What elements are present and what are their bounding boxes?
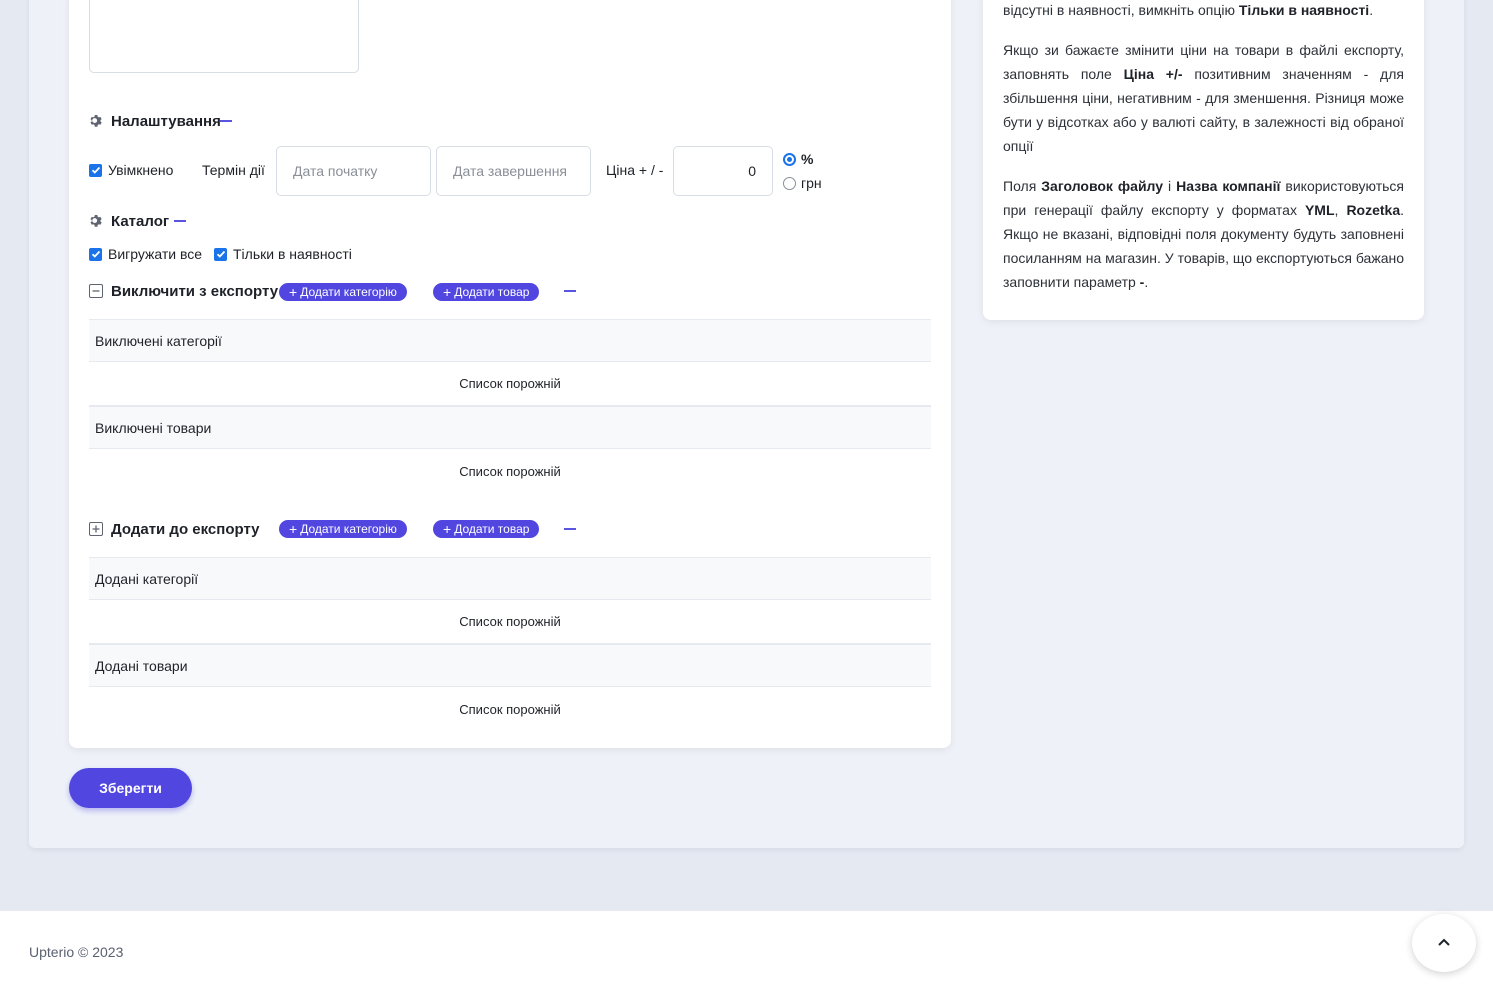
help-paragraph-2: Якщо зи бажаєте змінити ціни на товари в… xyxy=(1003,42,1404,154)
term-label: Термін дії xyxy=(202,162,265,178)
enabled-label: Увімкнено xyxy=(108,162,174,178)
footer-copyright: Upterio © 2023 xyxy=(29,944,124,960)
percent-radio[interactable]: % xyxy=(783,151,813,167)
catalog-section-title: Каталог xyxy=(89,211,169,231)
plus-icon: + xyxy=(289,521,298,537)
plus-icon: + xyxy=(289,284,298,300)
plus-icon: + xyxy=(443,284,452,300)
exclude-section-title: Виключити з експорту xyxy=(89,281,278,301)
included-products-header: Додані товари xyxy=(89,644,931,687)
help-paragraph-1: відсутні в наявності, вимкніть опцію Тіл… xyxy=(1003,2,1374,18)
checkmark-icon xyxy=(89,247,102,261)
included-products-empty: Список порожній xyxy=(459,701,561,717)
catalog-title: Каталог xyxy=(111,212,170,230)
catalog-collapse-toggle[interactable] xyxy=(174,220,186,222)
gear-icon xyxy=(89,114,103,128)
currency-label: грн xyxy=(801,175,822,191)
chevron-up-icon xyxy=(1437,934,1451,952)
plus-icon: + xyxy=(443,521,452,537)
include-add-product-button[interactable]: + Додати товар xyxy=(433,520,540,538)
exclude-add-product-button[interactable]: + Додати товар xyxy=(433,283,540,301)
export-all-label: Вигружати все xyxy=(108,246,203,262)
gear-icon xyxy=(89,214,103,228)
help-paragraph-3: Поля Заголовок файлу і Назва компанії ви… xyxy=(1003,178,1405,290)
settings-title: Налаштування xyxy=(111,112,221,130)
description-textarea[interactable] xyxy=(89,0,359,73)
price-input[interactable]: 0 xyxy=(673,146,773,196)
in-stock-label: Тільки в наявності xyxy=(233,246,352,262)
excluded-categories-header: Виключені категорії xyxy=(89,319,931,362)
in-stock-checkbox[interactable]: Тільки в наявності xyxy=(214,246,352,262)
include-section-title: Додати до експорту xyxy=(89,519,260,539)
excluded-products-header: Виключені товари xyxy=(89,406,931,449)
exclude-add-category-button[interactable]: + Додати категорію xyxy=(279,283,407,301)
plus-square-icon xyxy=(89,522,103,536)
enabled-checkbox[interactable]: Увімкнено xyxy=(89,162,173,178)
exclude-collapse-toggle[interactable] xyxy=(564,290,576,292)
excluded-products-empty: Список порожній xyxy=(459,463,561,479)
minus-square-icon xyxy=(89,284,103,298)
scroll-to-top-button[interactable] xyxy=(1412,914,1476,972)
include-collapse-toggle[interactable] xyxy=(564,528,576,530)
include-add-category-button[interactable]: + Додати категорію xyxy=(279,520,407,538)
checkmark-icon xyxy=(89,163,102,177)
currency-radio[interactable]: грн xyxy=(783,175,822,191)
export-all-checkbox[interactable]: Вигружати все xyxy=(89,246,202,262)
excluded-categories-empty: Список порожній xyxy=(89,362,931,406)
checkmark-icon xyxy=(214,247,227,261)
included-categories-header: Додані категорії xyxy=(89,557,931,600)
settings-collapse-toggle[interactable] xyxy=(220,120,232,122)
start-date-input[interactable]: Дата початку xyxy=(276,146,431,196)
percent-label: % xyxy=(801,151,814,167)
save-button[interactable]: Зберегти xyxy=(69,768,192,808)
footer xyxy=(0,911,1493,985)
end-date-input[interactable]: Дата завершення xyxy=(436,146,591,196)
exclude-title: Виключити з експорту xyxy=(111,282,279,300)
settings-section-title: Налаштування xyxy=(89,111,221,131)
price-label: Ціна + / - xyxy=(606,162,664,178)
include-title: Додати до експорту xyxy=(111,520,260,538)
included-categories-empty: Список порожній xyxy=(89,600,931,644)
